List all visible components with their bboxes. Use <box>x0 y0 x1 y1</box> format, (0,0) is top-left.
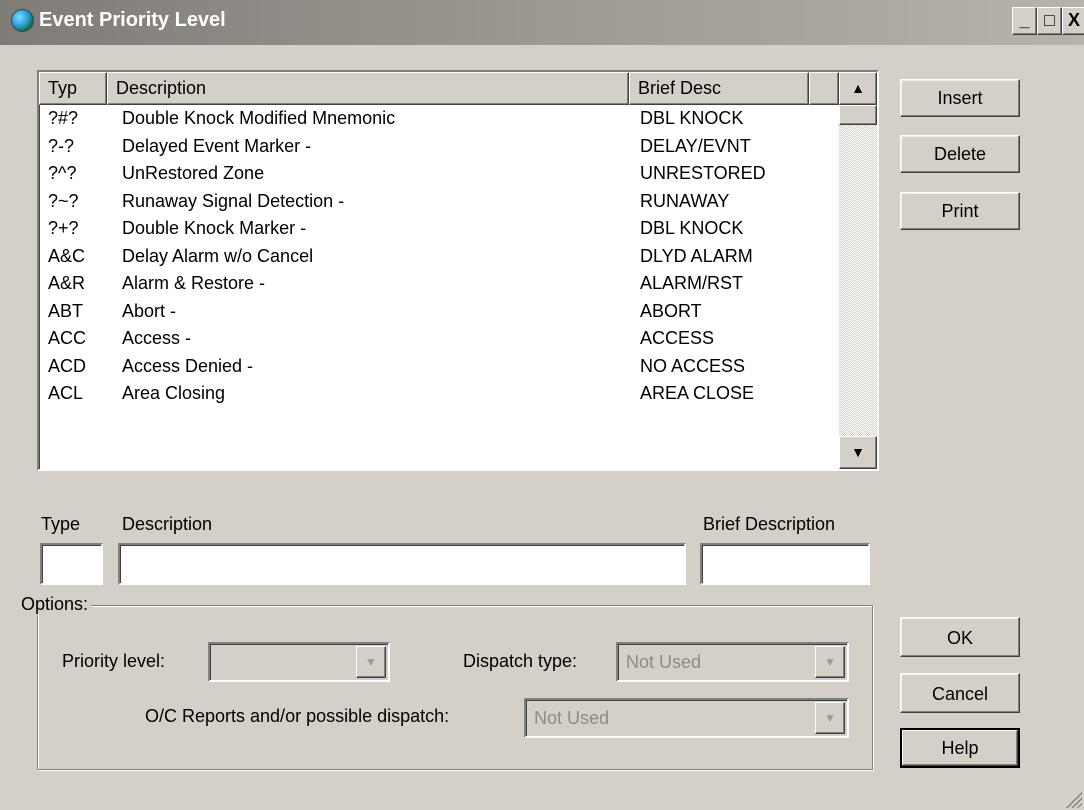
table-row[interactable]: ?~? Runaway Signal Detection - RUNAWAY <box>39 188 839 216</box>
insert-button[interactable]: Insert <box>900 79 1020 117</box>
table-row[interactable]: ABT Abort - ABORT <box>39 298 839 326</box>
ok-button[interactable]: OK <box>900 617 1020 657</box>
dispatch-type-label: Dispatch type: <box>463 651 578 671</box>
help-button[interactable]: Help <box>900 728 1020 768</box>
row-type-cell: ?~? <box>48 190 79 211</box>
dispatch-type-select[interactable]: Not Used ▼ <box>616 642 849 682</box>
row-description-cell: Delay Alarm w/o Cancel <box>122 245 314 266</box>
row-type-cell: A&C <box>48 245 86 266</box>
row-description-cell: Abort - <box>122 300 177 321</box>
row-type-cell: A&R <box>48 273 86 293</box>
priority-level-select[interactable]: ▼ <box>208 642 390 682</box>
row-type-cell: ?^? <box>48 163 77 183</box>
list-vertical-scrollbar[interactable]: ▲ ▼ <box>839 72 877 469</box>
description-input[interactable] <box>118 543 686 585</box>
row-brief-cell: ACCESS <box>640 328 715 348</box>
scroll-up-arrow-icon[interactable]: ▲ <box>839 72 877 105</box>
table-row[interactable]: ?#? Double Knock Modified Mnemonic DBL KNO… <box>39 105 839 133</box>
type-label: Type <box>41 514 81 534</box>
chevron-down-icon[interactable]: ▼ <box>356 646 386 678</box>
table-row[interactable]: ACD Access Denied - NO ACCESS <box>39 353 839 381</box>
row-brief-cell: DBL KNOCK <box>640 108 744 128</box>
row-brief-cell: RUNAWAY <box>640 190 730 211</box>
list-header: Typ Description Brief Desc <box>39 72 839 105</box>
row-description-cell: Access Denied - <box>122 355 254 376</box>
row-type-cell: ?-? <box>48 135 75 156</box>
priority-level-label: Priority level: <box>62 651 166 671</box>
delete-button[interactable]: Delete <box>900 135 1020 173</box>
row-brief-cell: DLYD ALARM <box>640 245 753 266</box>
row-description-cell: Alarm & Restore - <box>122 273 266 293</box>
scroll-down-arrow-icon[interactable]: ▼ <box>839 436 877 469</box>
row-type-cell: ABT <box>48 300 84 321</box>
row-description-cell: Double Knock Modified Mnemonic <box>122 108 396 128</box>
event-type-list[interactable]: Typ Description Brief Desc ?#? Double Kno… <box>37 70 879 471</box>
row-brief-cell: ALARM/RST <box>640 273 744 293</box>
brief-description-input[interactable] <box>700 543 870 585</box>
oc-reports-label: O/C Reports and/or possible dispatch: <box>145 706 450 726</box>
row-type-cell: ?+? <box>48 218 79 238</box>
maximize-button[interactable]: □ <box>1037 7 1062 35</box>
row-brief-cell: DBL KNOCK <box>640 218 744 238</box>
row-brief-cell: AREA CLOSE <box>640 383 755 403</box>
row-description-cell: UnRestored Zone <box>122 163 265 183</box>
row-type-cell: ACL <box>48 383 84 403</box>
table-row[interactable]: ACC Access - ACCESS <box>39 325 839 353</box>
close-button[interactable]: X <box>1062 7 1084 35</box>
cancel-button[interactable]: Cancel <box>900 673 1020 713</box>
column-header-brief-desc[interactable]: Brief Desc <box>629 72 809 105</box>
table-row[interactable]: ACL Area Closing AREA CLOSE <box>39 380 839 408</box>
app-globe-icon <box>11 9 34 32</box>
row-description-cell: Runaway Signal Detection - <box>122 190 345 211</box>
minimize-button[interactable]: _ <box>1012 7 1037 35</box>
row-brief-cell: ABORT <box>640 300 702 321</box>
title-bar[interactable]: Event Priority Level _ □ X <box>0 0 1084 45</box>
table-row[interactable]: A&R Alarm & Restore - ALARM/RST <box>39 270 839 298</box>
row-description-cell: Access - <box>122 328 192 348</box>
row-brief-cell: DELAY/EVNT <box>640 135 751 156</box>
oc-reports-value: Not Used <box>534 708 610 728</box>
row-description-cell: Area Closing <box>122 383 226 403</box>
table-row[interactable]: ?+? Double Knock Marker - DBL KNOCK <box>39 215 839 243</box>
row-brief-cell: UNRESTORED <box>640 163 766 183</box>
chevron-down-icon[interactable]: ▼ <box>815 702 845 734</box>
row-type-cell: ACD <box>48 355 87 376</box>
row-brief-cell: NO ACCESS <box>640 355 746 376</box>
list-rows: ?#? Double Knock Modified Mnemonic DBL KNO… <box>39 105 839 408</box>
column-header-filler <box>809 72 839 105</box>
print-button[interactable]: Print <box>900 192 1020 230</box>
type-input[interactable] <box>40 543 103 585</box>
chevron-down-icon[interactable]: ▼ <box>815 646 845 678</box>
options-legend: Options: <box>18 594 92 615</box>
table-row[interactable]: ?^? UnRestored Zone UNRESTORED <box>39 160 839 188</box>
window-title: Event Priority Level <box>39 9 226 31</box>
row-type-cell: ACC <box>48 328 87 348</box>
table-row[interactable]: ?-? Delayed Event Marker - DELAY/EVNT <box>39 133 839 161</box>
resize-grip-icon[interactable] <box>1064 790 1082 808</box>
row-type-cell: ?#? <box>48 108 79 128</box>
table-row[interactable]: A&C Delay Alarm w/o Cancel DLYD ALARM <box>39 243 839 271</box>
oc-reports-select[interactable]: Not Used ▼ <box>524 698 849 738</box>
dispatch-type-value: Not Used <box>626 652 702 672</box>
options-groupbox <box>37 605 873 770</box>
brief-description-label: Brief Description <box>703 514 836 534</box>
description-label: Description <box>122 514 213 534</box>
row-description-cell: Double Knock Marker - <box>122 218 307 238</box>
row-description-cell: Delayed Event Marker - <box>122 135 312 156</box>
column-header-typ[interactable]: Typ <box>39 72 107 105</box>
scroll-thumb[interactable] <box>839 105 877 125</box>
column-header-description[interactable]: Description <box>107 72 629 105</box>
